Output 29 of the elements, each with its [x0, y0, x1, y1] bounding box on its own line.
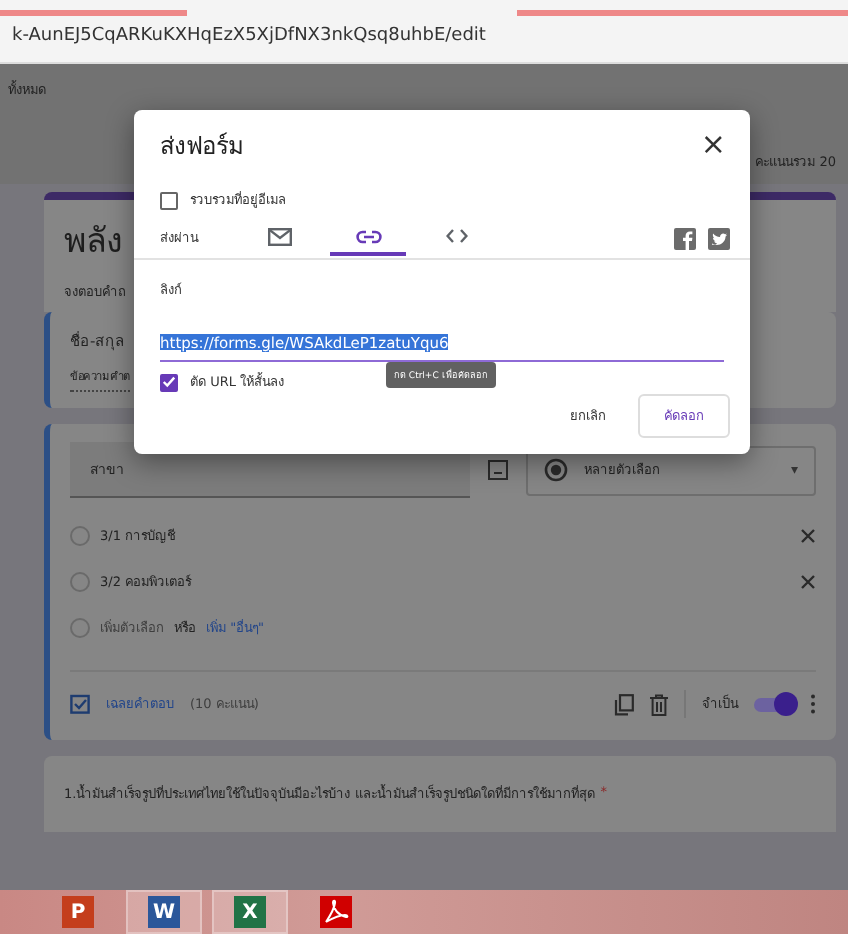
- taskbar-app-button[interactable]: P: [40, 890, 116, 934]
- twitter-icon[interactable]: [708, 227, 730, 249]
- close-button[interactable]: ×: [696, 126, 730, 162]
- image-icon[interactable]: [488, 460, 508, 480]
- radio-circle: [70, 571, 90, 591]
- required-toggle[interactable]: [754, 697, 794, 711]
- mail-icon: [268, 227, 292, 245]
- form-title: พลัง: [64, 219, 122, 265]
- facebook-icon[interactable]: [674, 227, 696, 249]
- taskbar-app-button[interactable]: W: [126, 890, 202, 934]
- excel-app-icon: X: [234, 896, 266, 928]
- checkbox-icon[interactable]: [70, 694, 90, 714]
- radio-circle: [70, 525, 90, 545]
- link-icon: [355, 229, 381, 243]
- dialog-title: ส่งฟอร์ม: [160, 129, 244, 163]
- word-app-icon: W: [148, 896, 180, 928]
- checkbox[interactable]: [160, 191, 178, 209]
- taskbar-app-button[interactable]: X: [212, 890, 288, 934]
- radio-circle: [70, 617, 90, 637]
- copy-icon[interactable]: [614, 693, 634, 715]
- checkbox[interactable]: [160, 373, 178, 391]
- more-icon[interactable]: [810, 694, 816, 714]
- radio-selected-icon: [544, 458, 568, 482]
- pdf-app-icon: [320, 896, 352, 928]
- code-icon: [445, 228, 467, 244]
- powerpoint-app-icon: P: [62, 896, 94, 928]
- trash-icon[interactable]: [650, 693, 668, 715]
- close-icon[interactable]: [800, 527, 816, 543]
- close-icon[interactable]: [800, 573, 816, 589]
